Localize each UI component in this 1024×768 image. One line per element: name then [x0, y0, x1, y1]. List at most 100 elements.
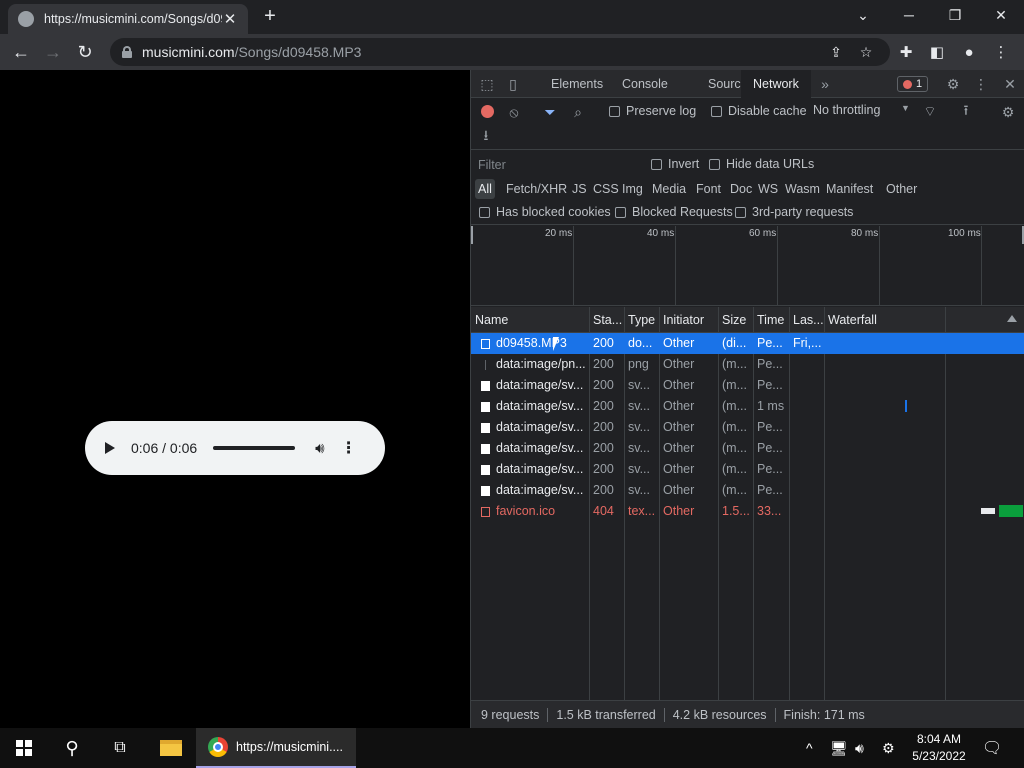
notifications-icon[interactable]: 🗨︎	[982, 728, 1002, 768]
lock-icon[interactable]	[122, 46, 132, 58]
column-waterfall[interactable]: Waterfall	[824, 307, 1024, 333]
task-view-icon[interactable]: ⧉	[96, 728, 144, 768]
tab-search-icon[interactable]: ⌄	[840, 0, 886, 30]
progress-bar[interactable]	[213, 446, 296, 450]
network-settings-icon[interactable]: ⚙	[999, 103, 1017, 121]
table-row[interactable]: data:image/sv... 200 sv... Other (m... Pe...	[471, 417, 1024, 438]
hide-data-urls-checkbox[interactable]: Hide data URLs	[709, 157, 814, 171]
third-party-checkbox[interactable]: 3rd-party requests	[735, 205, 853, 219]
table-row[interactable]: data:image/sv... 200 sv... Other (m... Pe...	[471, 459, 1024, 480]
sort-ascending-icon[interactable]	[1007, 315, 1017, 322]
profile-icon[interactable]: ●	[956, 40, 982, 64]
column-type[interactable]: Type	[624, 307, 659, 333]
more-options-icon[interactable]: ⋮	[341, 438, 357, 458]
system-clock[interactable]: 8:04 AM 5/23/2022	[912, 731, 966, 765]
cell-type: sv...	[628, 441, 650, 455]
filter-type-media[interactable]: Media	[649, 179, 689, 199]
disable-cache-checkbox[interactable]: Disable cache	[711, 104, 807, 118]
close-window-button[interactable]: ✕	[978, 0, 1024, 30]
search-taskbar-icon[interactable]: ⚲	[48, 728, 96, 768]
play-icon[interactable]	[105, 442, 115, 454]
settings-icon[interactable]: ⚙	[941, 70, 965, 98]
cell-time: Pe...	[757, 420, 783, 434]
cell-initiator: Other	[663, 441, 695, 455]
start-button[interactable]	[0, 728, 48, 768]
devtools-menu-icon[interactable]: ⋮	[969, 70, 993, 98]
browser-tab[interactable]: https://musicmini.com/Songs/d09458.MP3 ✕	[8, 4, 248, 34]
new-tab-button[interactable]: +	[258, 6, 282, 28]
side-panel-icon[interactable]: ◧	[924, 40, 950, 64]
forward-button[interactable]: →	[40, 40, 66, 64]
cell-status: 200	[593, 462, 614, 476]
restore-button[interactable]: ❐	[932, 0, 978, 30]
volume-icon[interactable]: 🔊︎	[315, 440, 324, 457]
record-icon[interactable]	[481, 105, 494, 118]
tab-elements[interactable]: Elements	[543, 70, 611, 98]
overview-timeline[interactable]: 20 ms 40 ms 60 ms 80 ms 100 ms	[471, 226, 1024, 306]
more-tabs-icon[interactable]: »	[813, 70, 837, 98]
export-har-icon[interactable]: ⭳	[477, 127, 495, 146]
column-status[interactable]: Sta...	[589, 307, 624, 333]
blocked-cookies-checkbox[interactable]: Has blocked cookies	[479, 205, 611, 219]
filter-type-fetch-xhr[interactable]: Fetch/XHR	[503, 179, 570, 199]
cell-last	[789, 480, 824, 501]
cell-size: (m...	[722, 357, 747, 371]
network-icon[interactable]: 🖥︎	[830, 728, 848, 768]
back-button[interactable]: ←	[8, 40, 34, 64]
table-row[interactable]: favicon.ico 404 tex... Other 1.5... 33...	[471, 501, 1024, 522]
column-last-modified[interactable]: Las...	[789, 307, 824, 333]
error-count-badge[interactable]: 1	[897, 76, 929, 92]
error-icon	[903, 79, 912, 89]
address-bar[interactable]: musicmini.com/Songs/d09458.MP3 ⇪ ☆	[110, 38, 890, 66]
table-row[interactable]: data:image/sv... 200 sv... Other (m... Pe...	[471, 480, 1024, 501]
file-explorer-icon[interactable]	[148, 728, 194, 768]
column-size[interactable]: Size	[718, 307, 753, 333]
device-toolbar-icon[interactable]: ▯	[501, 70, 525, 98]
search-icon[interactable]: ⌕	[569, 103, 587, 121]
filter-type-doc[interactable]: Doc	[727, 179, 755, 199]
extensions-icon[interactable]: ✚	[893, 40, 919, 64]
bookmark-star-icon[interactable]: ☆	[854, 38, 878, 66]
preserve-log-checkbox[interactable]: Preserve log	[609, 104, 696, 118]
tab-console[interactable]: Console	[614, 70, 676, 98]
filter-type-font[interactable]: Font	[693, 179, 724, 199]
network-conditions-icon[interactable]: ⌔	[921, 103, 939, 121]
close-devtools-icon[interactable]: ✕	[998, 70, 1022, 98]
inspect-element-icon[interactable]: ⬚	[475, 70, 499, 98]
chrome-taskbar-button[interactable]: https://musicmini....	[196, 728, 356, 768]
settings-tray-icon[interactable]: ⚙	[882, 728, 895, 768]
invert-checkbox[interactable]: Invert	[651, 157, 699, 171]
column-time[interactable]: Time	[753, 307, 789, 333]
show-hidden-icons[interactable]: ^	[806, 728, 813, 768]
reload-button[interactable]: ↻	[72, 40, 98, 64]
share-icon[interactable]: ⇪	[824, 38, 848, 66]
import-har-icon[interactable]: ⭱	[957, 102, 975, 121]
filter-type-js[interactable]: JS	[569, 179, 590, 199]
filter-type-all[interactable]: All	[475, 179, 495, 199]
filter-type-css[interactable]: CSS	[590, 179, 622, 199]
close-tab-icon[interactable]: ✕	[222, 10, 238, 28]
blocked-requests-checkbox[interactable]: Blocked Requests	[615, 205, 733, 219]
table-row[interactable]: data:image/pn... 200 png Other (m... Pe...	[471, 354, 1024, 375]
hide-data-urls-label: Hide data URLs	[726, 157, 815, 171]
column-name[interactable]: Name	[471, 307, 589, 333]
table-row[interactable]: data:image/sv... 200 sv... Other (m... 1 ms	[471, 396, 1024, 417]
audio-player[interactable]: 0:06 / 0:06 🔊︎ ⋮	[85, 421, 385, 475]
tab-network[interactable]: Network	[741, 70, 811, 98]
filter-type-manifest[interactable]: Manifest	[823, 179, 876, 199]
column-initiator[interactable]: Initiator	[659, 307, 718, 333]
filter-type-wasm[interactable]: Wasm	[782, 179, 823, 199]
table-row[interactable]: data:image/sv... 200 sv... Other (m... Pe...	[471, 438, 1024, 459]
filter-type-other[interactable]: Other	[883, 179, 920, 199]
table-row[interactable]: data:image/sv... 200 sv... Other (m... Pe...	[471, 375, 1024, 396]
minimize-button[interactable]: ─	[886, 0, 932, 30]
timeline-handle-left[interactable]	[471, 226, 473, 244]
filter-input[interactable]: Filter	[475, 155, 635, 175]
volume-tray-icon[interactable]: 🔊︎	[855, 728, 864, 768]
filter-icon[interactable]: ⏷	[541, 103, 559, 121]
filter-type-img[interactable]: Img	[619, 179, 646, 199]
throttling-select[interactable]: No throttling	[813, 103, 880, 117]
filter-type-ws[interactable]: WS	[755, 179, 781, 199]
clear-icon[interactable]: ⦸	[505, 103, 523, 121]
chrome-menu-icon[interactable]: ⋮	[988, 40, 1014, 64]
